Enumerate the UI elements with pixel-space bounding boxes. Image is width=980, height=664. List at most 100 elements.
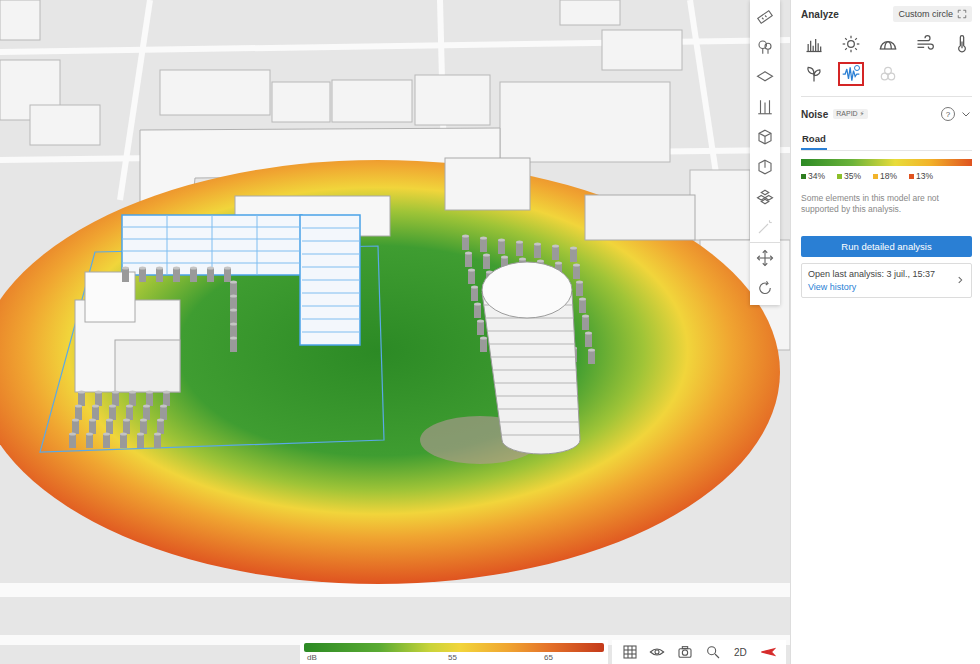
tree <box>230 280 237 296</box>
tree <box>582 314 589 330</box>
noise-heatmap <box>0 160 780 584</box>
last-analysis-card[interactable]: Open last analysis: 3 juil., 15:37 View h… <box>801 263 972 298</box>
building[interactable] <box>415 75 490 125</box>
run-detailed-analysis-button[interactable]: Run detailed analysis <box>801 236 972 257</box>
source-tab[interactable]: Road <box>801 133 827 150</box>
tool-button[interactable] <box>750 2 780 32</box>
tree <box>480 236 487 252</box>
analysis-type-button <box>875 62 901 86</box>
building[interactable] <box>500 82 670 162</box>
move-icon <box>756 249 774 267</box>
tool-button[interactable] <box>750 212 780 242</box>
tree <box>75 404 82 420</box>
tree <box>230 294 237 310</box>
tree <box>465 251 472 267</box>
wind-icon <box>915 34 935 54</box>
noise-scale-legend: dB5565 <box>300 640 608 664</box>
tool-bar <box>750 0 780 305</box>
distribution-item: 34% <box>801 171 825 181</box>
building[interactable] <box>0 0 40 40</box>
analysis-type-button[interactable] <box>875 32 901 56</box>
map-viewport[interactable]: dB5565 2D <box>0 0 790 664</box>
tree <box>462 234 469 250</box>
color-swatch <box>801 174 806 179</box>
tool-button[interactable] <box>750 152 780 182</box>
tool-button[interactable] <box>750 32 780 62</box>
view-control-button[interactable] <box>647 644 667 660</box>
tree <box>588 348 595 364</box>
building[interactable] <box>445 158 530 210</box>
tool-button[interactable] <box>750 273 780 303</box>
tree <box>579 297 586 313</box>
building[interactable] <box>560 0 620 25</box>
tree <box>471 285 478 301</box>
tool-button[interactable] <box>750 62 780 92</box>
thermometer-icon <box>952 34 972 54</box>
noise-map-scene[interactable] <box>0 0 790 664</box>
tool-button[interactable] <box>750 182 780 212</box>
analysis-type-button[interactable] <box>801 62 827 86</box>
stack-icon <box>756 188 774 206</box>
analysis-type-button[interactable] <box>838 32 864 56</box>
ruler-icon <box>756 8 774 26</box>
tree <box>123 418 130 434</box>
view-control-button[interactable] <box>675 644 695 660</box>
building[interactable] <box>272 82 330 122</box>
scope-button[interactable]: Custom circle <box>893 6 972 22</box>
tree <box>534 242 541 258</box>
rapid-badge: RAPID ⚡ <box>833 109 867 119</box>
view-history-link[interactable]: View history <box>808 282 955 292</box>
analysis-type-button[interactable] <box>838 62 864 86</box>
tree <box>160 404 167 420</box>
analysis-title: Noise <box>801 109 828 120</box>
tree <box>89 418 96 434</box>
scale-tick: 65 <box>544 652 553 663</box>
noise-gradient-bar <box>801 159 972 166</box>
analysis-type-button[interactable] <box>801 32 827 56</box>
distribution-item: 35% <box>837 171 861 181</box>
tree <box>552 244 559 260</box>
analysis-type-button[interactable] <box>912 32 938 56</box>
building[interactable] <box>160 70 270 115</box>
last-analysis-label: Open last analysis: 3 juil., 15:37 <box>808 269 955 279</box>
tool-button[interactable] <box>750 242 780 273</box>
tree <box>103 432 110 448</box>
tree <box>576 280 583 296</box>
tree <box>154 432 161 448</box>
tower-building[interactable] <box>482 262 580 454</box>
camera-icon <box>677 644 693 660</box>
view-control-button[interactable] <box>758 644 778 660</box>
tree <box>95 390 102 406</box>
building[interactable] <box>332 80 412 122</box>
tree <box>126 404 133 420</box>
tree <box>230 336 237 352</box>
tool-button[interactable] <box>750 122 780 152</box>
distribution-item: 13% <box>909 171 933 181</box>
tree <box>120 432 127 448</box>
tree <box>139 266 146 282</box>
cube-icon <box>756 128 774 146</box>
tree <box>156 266 163 282</box>
building[interactable] <box>585 195 695 240</box>
layers-icon <box>756 68 774 86</box>
tree <box>106 418 113 434</box>
panel-header: AnalyzeCustom circle <box>801 6 972 22</box>
building[interactable] <box>30 105 100 145</box>
view-control-button[interactable] <box>703 644 723 660</box>
chevron-down-icon[interactable] <box>960 108 972 120</box>
color-swatch <box>837 174 842 179</box>
bars-icon <box>804 34 824 54</box>
tree <box>157 418 164 434</box>
search-icon <box>705 644 721 660</box>
building[interactable] <box>602 30 682 70</box>
left-building[interactable] <box>75 272 180 392</box>
tool-button[interactable] <box>750 92 780 122</box>
analysis-header[interactable]: Noise RAPID ⚡? <box>801 107 972 121</box>
compass-icon <box>760 644 776 660</box>
view-control-button[interactable]: 2D <box>730 647 750 658</box>
help-button[interactable]: ? <box>941 107 955 121</box>
analysis-type-button[interactable] <box>949 32 975 56</box>
building[interactable] <box>690 170 750 240</box>
view-control-button[interactable] <box>620 644 640 660</box>
tree <box>474 302 481 318</box>
